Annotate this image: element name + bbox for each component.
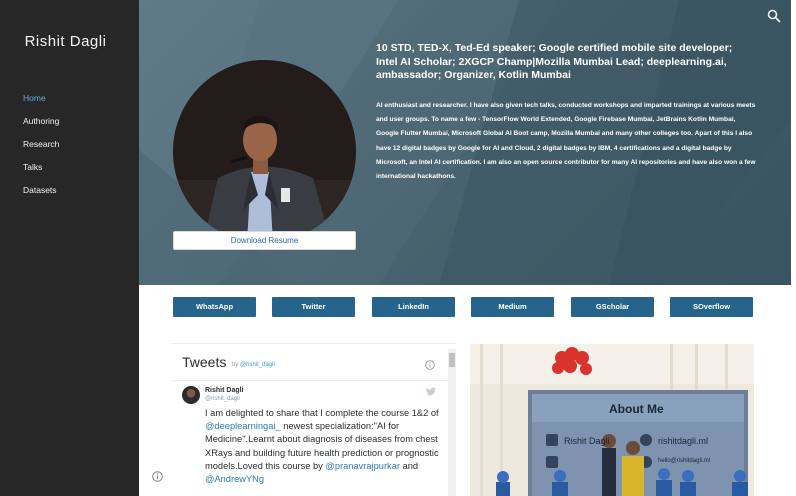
tweet-text: I am delighted to share that I complete … [205, 407, 441, 486]
screen-name: Rishit Dagli [564, 436, 610, 446]
tweet-author-handle[interactable]: @rishit_dagli [205, 396, 240, 402]
sidebar: Rishit Dagli Home Authoring Research Tal… [0, 0, 139, 496]
download-resume-button[interactable]: Download Resume [173, 231, 356, 250]
tweet-text-part: I am delighted to share that I complete … [205, 408, 439, 418]
tweet-mention[interactable]: @pranavrajpurkar [325, 461, 400, 471]
info-icon[interactable] [152, 471, 163, 482]
tweets-by: by @rishit_dagli [232, 362, 275, 368]
about-me-illustration [470, 344, 754, 496]
search-icon[interactable] [767, 9, 781, 23]
hero-bio: AI enthusiast and researcher. I have als… [376, 102, 756, 181]
twitter-timeline[interactable]: Tweets by @rishit_dagli Rishit Dagli @ri… [172, 343, 456, 496]
sidebar-nav: Home Authoring Research Talks Datasets [23, 93, 59, 208]
tweet-mention[interactable]: @deeplearningai_ [205, 421, 281, 431]
twitter-button[interactable]: Twitter [272, 297, 355, 317]
tweet-mention[interactable]: @AndrewYNg [205, 474, 264, 484]
whatsapp-button[interactable]: WhatsApp [173, 297, 256, 317]
screen-title: About Me [609, 402, 664, 416]
soverflow-button[interactable]: SOverflow [670, 297, 753, 317]
nav-authoring[interactable]: Authoring [23, 116, 59, 139]
gscholar-button[interactable]: GScholar [571, 297, 654, 317]
divider [172, 380, 448, 381]
tweets-by-handle[interactable]: @rishit_dagli [240, 362, 275, 368]
nav-talks[interactable]: Talks [23, 162, 59, 185]
linkedin-button[interactable]: LinkedIn [372, 297, 455, 317]
tweets-title: Tweets [182, 354, 227, 370]
screen-url: rishitdagli.ml [658, 436, 709, 446]
timeline-scrollbar[interactable] [448, 349, 456, 496]
hero-headline: 10 STD, TED-X, Ted-Ed speaker; Google ce… [376, 42, 733, 81]
hero-banner: Download Resume 10 STD, TED-X, Ted-Ed sp… [139, 0, 791, 285]
nav-datasets[interactable]: Datasets [23, 185, 59, 208]
scrollbar-thumb[interactable] [449, 353, 455, 367]
nav-home[interactable]: Home [23, 93, 59, 116]
twitter-bird-icon[interactable] [426, 387, 436, 396]
tweet-author-name[interactable]: Rishit Dagli [205, 387, 244, 394]
info-icon[interactable] [425, 360, 435, 370]
avatar[interactable] [182, 386, 200, 404]
nav-research[interactable]: Research [23, 139, 59, 162]
brand-title[interactable]: Rishit Dagli [0, 33, 131, 50]
profile-photo [173, 60, 356, 243]
medium-button[interactable]: Medium [471, 297, 554, 317]
tweets-by-prefix: by [232, 362, 239, 368]
about-me-photo: About Me Rishit Dagli rishitdagli.ml hel… [470, 344, 754, 496]
tweet-text-part: and [402, 460, 419, 471]
profile-photo-illustration [173, 60, 356, 243]
screen-email: hello@rishitdagli.ml [658, 458, 711, 464]
social-links: WhatsApp Twitter LinkedIn Medium GSchola… [173, 297, 755, 317]
